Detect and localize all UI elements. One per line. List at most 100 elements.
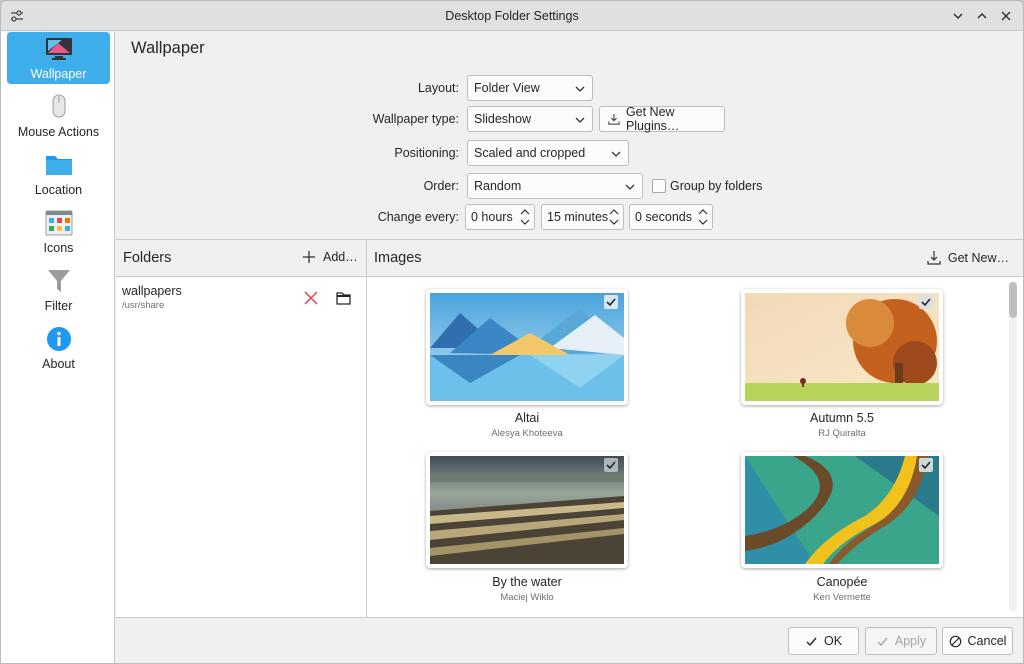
wallpaper-author: Alesya Khoteeva <box>491 428 563 439</box>
minimize-button[interactable] <box>949 7 967 25</box>
images-heading: Images <box>374 250 422 266</box>
sidebar-item-label: Icons <box>43 241 74 255</box>
minutes-spinbox[interactable]: 15 minutes <box>541 204 624 230</box>
checkmark-icon <box>877 637 888 646</box>
get-new-wallpapers-button[interactable]: Get New… <box>927 250 1009 265</box>
sidebar-item-location[interactable]: Location <box>7 148 110 200</box>
wallpaper-author: RJ Quiralta <box>818 428 866 439</box>
folders-heading: Folders <box>123 250 172 266</box>
page-title: Wallpaper <box>131 39 205 57</box>
wallpaper-thumbnail-autumn[interactable] <box>741 289 943 405</box>
ok-label: OK <box>823 634 843 648</box>
mouse-icon <box>52 94 65 118</box>
get-new-plugins-button[interactable]: Get New Plugins… <box>599 105 725 133</box>
checked-icon[interactable] <box>604 458 618 472</box>
info-icon <box>46 327 71 351</box>
sidebar-item-label: Wallpaper <box>30 67 87 81</box>
get-new-label: Get New… <box>947 250 1009 265</box>
ok-button[interactable]: OK <box>788 627 859 655</box>
add-folder-label: Add… <box>323 250 358 264</box>
dialog-footer: OK Apply Cancel <box>116 617 1023 663</box>
order-combo[interactable]: Random <box>467 173 643 199</box>
wallpaper-thumbnail-altai[interactable] <box>426 289 628 405</box>
spin-arrows-icon <box>698 209 708 225</box>
hours-value: 0 hours <box>471 210 513 224</box>
open-folder-icon[interactable] <box>336 291 351 305</box>
hours-spinbox[interactable]: 0 hours <box>465 204 535 230</box>
cancel-icon <box>949 635 961 647</box>
order-label: Order: <box>423 179 459 193</box>
folder-icon <box>45 156 72 175</box>
positioning-combo[interactable]: Scaled and cropped <box>467 140 629 166</box>
icons-grid-icon <box>45 210 72 236</box>
lower-panel: Folders Add… wallpapers /usr/share Image… <box>116 239 1023 618</box>
order-value: Random <box>474 179 522 193</box>
plus-icon <box>303 251 315 263</box>
sidebar-item-icons[interactable]: Icons <box>7 206 110 258</box>
settings-window: Desktop Folder Settings Wallpaper Mouse … <box>0 0 1024 664</box>
apply-button[interactable]: Apply <box>865 627 937 655</box>
wallpaper-name: By the water <box>492 575 562 589</box>
checkmark-icon <box>806 637 817 646</box>
change-every-label: Change every: <box>377 210 459 224</box>
sidebar-item-wallpaper[interactable]: Wallpaper <box>7 32 110 84</box>
chevron-down-icon <box>575 117 585 123</box>
chevron-down-icon <box>575 86 585 92</box>
checked-icon[interactable] <box>919 295 933 309</box>
spin-arrows-icon <box>609 209 619 225</box>
group-by-folders-checkbox[interactable] <box>652 179 666 193</box>
folders-pane: Folders Add… wallpapers /usr/share <box>116 240 367 618</box>
folders-header: Folders Add… <box>116 240 366 277</box>
positioning-value: Scaled and cropped <box>474 146 586 160</box>
cancel-button[interactable]: Cancel <box>942 627 1013 655</box>
layout-label: Layout: <box>417 81 459 95</box>
sidebar-item-label: Location <box>34 183 83 197</box>
layout-value: Folder View <box>474 81 540 95</box>
images-scrollbar[interactable] <box>1009 282 1017 612</box>
folder-path: /usr/share <box>122 300 165 311</box>
remove-folder-icon[interactable] <box>304 291 318 305</box>
chevron-down-icon <box>625 184 635 190</box>
checked-icon[interactable] <box>919 458 933 472</box>
checked-icon[interactable] <box>604 295 618 309</box>
wallpaper-name: Autumn 5.5 <box>810 411 874 425</box>
sidebar: Wallpaper Mouse Actions Location Icons F… <box>1 32 115 663</box>
sidebar-item-label: Filter <box>44 299 73 313</box>
wallpaper-type-label: Wallpaper type: <box>372 112 459 126</box>
maximize-button[interactable] <box>973 7 991 25</box>
layout-combo[interactable]: Folder View <box>467 75 593 101</box>
sidebar-item-filter[interactable]: Filter <box>7 264 110 316</box>
minutes-value: 15 minutes <box>547 210 609 224</box>
sidebar-item-mouse-actions[interactable]: Mouse Actions <box>7 90 110 142</box>
download-icon <box>927 251 941 265</box>
images-header: Images Get New… <box>367 240 1023 277</box>
chevron-down-icon <box>611 151 621 157</box>
wallpaper-type-combo[interactable]: Slideshow <box>467 106 593 132</box>
sidebar-item-label: About <box>42 357 75 371</box>
sidebar-item-about[interactable]: About <box>7 322 110 374</box>
add-folder-button[interactable]: Add… <box>302 250 358 264</box>
images-pane: Images Get New… Altai Alesya Khoteeva Au… <box>367 240 1023 618</box>
monitor-icon <box>45 38 72 60</box>
wallpaper-name: Altai <box>514 411 540 425</box>
positioning-label: Positioning: <box>394 146 459 160</box>
wallpaper-author: Maciej Wiklo <box>500 592 554 603</box>
wallpaper-thumbnail-by-the-water[interactable] <box>426 452 628 568</box>
group-by-folders-label: Group by folders <box>670 179 763 193</box>
filter-icon <box>47 270 70 292</box>
seconds-value: 0 seconds <box>635 210 692 224</box>
cancel-label: Cancel <box>967 634 1007 648</box>
download-icon <box>608 113 620 125</box>
window-title: Desktop Folder Settings <box>445 8 579 23</box>
folder-name: wallpapers <box>122 284 182 298</box>
sidebar-item-label: Mouse Actions <box>17 125 100 139</box>
window-menu-icon[interactable] <box>9 8 25 24</box>
close-window-button[interactable] <box>997 7 1015 25</box>
seconds-spinbox[interactable]: 0 seconds <box>629 204 713 230</box>
folder-list-item[interactable]: wallpapers /usr/share <box>116 278 366 318</box>
scrollbar-thumb[interactable] <box>1009 282 1017 318</box>
wallpaper-thumbnail-canopee[interactable] <box>741 452 943 568</box>
spin-arrows-icon <box>520 209 530 225</box>
wallpaper-name: Canopée <box>816 575 868 589</box>
apply-label: Apply <box>894 634 927 648</box>
